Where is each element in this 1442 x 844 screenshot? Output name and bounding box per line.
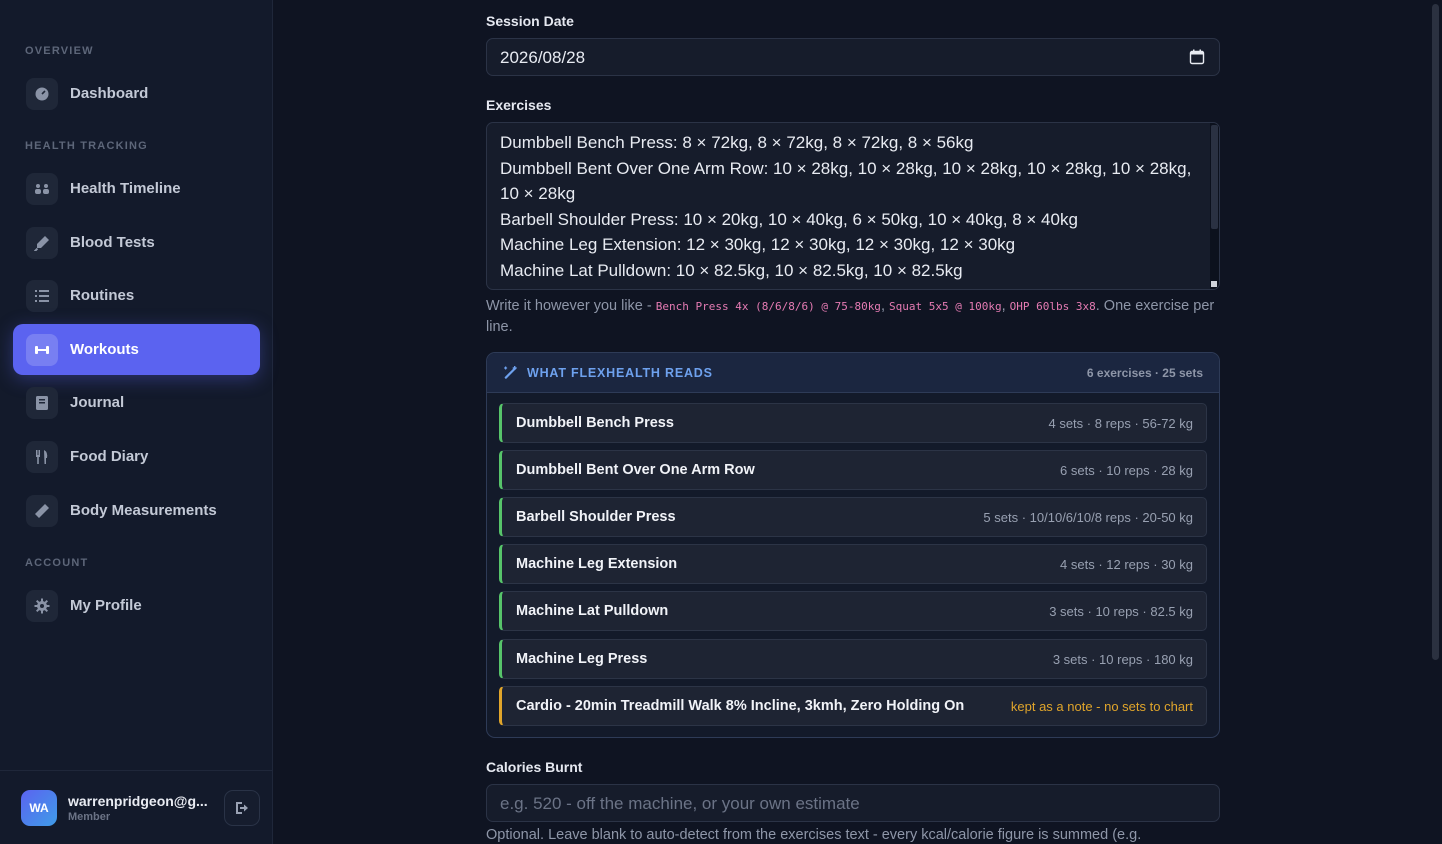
- calories-help: Optional. Leave blank to auto-detect fro…: [486, 827, 1142, 843]
- exercises-text: Dumbbell Bench Press: 8 × 72kg, 8 × 72kg…: [500, 130, 1200, 284]
- sidebar-item-label: Body Measurements: [70, 502, 217, 519]
- exercise-name: Machine Leg Press: [516, 651, 648, 667]
- exercise-summary: 4 sets · 12 reps · 30 kg: [1060, 557, 1193, 572]
- sidebar-item-label: Journal: [70, 394, 125, 411]
- dumbbell-icon: [26, 333, 58, 366]
- sidebar-item-health-timeline[interactable]: Health Timeline: [13, 163, 260, 214]
- parsed-panel-header: WHAT FLEXHEALTH READS 6 exercises · 25 s…: [487, 353, 1219, 393]
- parsed-exercise-row: Dumbbell Bent Over One Arm Row 6 sets · …: [499, 450, 1207, 490]
- utensils-icon: [26, 440, 58, 473]
- sidebar-item-my-profile[interactable]: My Profile: [13, 580, 260, 631]
- exercise-name: Barbell Shoulder Press: [516, 509, 676, 525]
- sidebar-item-label: Food Diary: [70, 448, 149, 465]
- parsed-exercise-row: Dumbbell Bench Press 4 sets · 8 reps · 5…: [499, 403, 1207, 443]
- parsed-exercise-row: Machine Lat Pulldown 3 sets · 10 reps · …: [499, 591, 1207, 631]
- exercises-label: Exercises: [486, 97, 552, 113]
- exercise-name: Machine Lat Pulldown: [516, 603, 669, 619]
- textarea-scrollbar[interactable]: [1210, 123, 1219, 289]
- magic-wand-icon: [504, 366, 517, 379]
- parsed-panel-title: WHAT FLEXHEALTH READS: [527, 366, 713, 380]
- parsed-panel-count: 6 exercises · 25 sets: [1086, 366, 1203, 380]
- sidebar-item-label: Workouts: [70, 341, 139, 358]
- help-example: OHP 60lbs 3x8: [1009, 300, 1096, 313]
- help-text: Write it however you like -: [486, 298, 656, 314]
- exercise-name: Dumbbell Bent Over One Arm Row: [516, 462, 755, 478]
- list-icon: [26, 279, 58, 312]
- gear-icon: [26, 589, 58, 622]
- exercise-name: Dumbbell Bench Press: [516, 415, 674, 431]
- session-date-input[interactable]: 2026/08/28: [486, 38, 1220, 76]
- exercise-summary: 3 sets · 10 reps · 180 kg: [1052, 652, 1193, 667]
- note-status: kept as a note - no sets to chart: [1010, 699, 1193, 714]
- user-role: Member: [68, 811, 111, 823]
- sidebar-item-label: Health Timeline: [70, 180, 181, 197]
- logout-icon: [236, 802, 248, 814]
- sidebar-item-food-diary[interactable]: Food Diary: [13, 431, 260, 482]
- exercises-help: Write it however you like - Bench Press …: [486, 298, 1215, 335]
- parsed-exercise-row: Barbell Shoulder Press 5 sets · 10/10/6/…: [499, 497, 1207, 537]
- help-example: Squat 5x5 @ 100kg: [889, 300, 1002, 313]
- calendar-icon[interactable]: [1189, 49, 1205, 65]
- avatar[interactable]: WA: [21, 790, 57, 826]
- sidebar-item-label: Routines: [70, 287, 135, 304]
- section-label-account: ACCOUNT: [25, 557, 89, 569]
- exercise-summary: 3 sets · 10 reps · 82.5 kg: [1049, 604, 1193, 619]
- sidebar-item-label: My Profile: [70, 597, 142, 614]
- syringe-icon: [26, 226, 58, 259]
- sidebar-item-dashboard[interactable]: Dashboard: [13, 68, 260, 119]
- section-label-health: HEALTH TRACKING: [25, 140, 148, 152]
- book-icon: [26, 386, 58, 419]
- sidebar-item-workouts[interactable]: Workouts: [13, 324, 260, 375]
- calories-label: Calories Burnt: [486, 759, 583, 775]
- textarea-scroll-thumb[interactable]: [1211, 125, 1218, 229]
- parsed-note-row: Cardio - 20min Treadmill Walk 8% Incline…: [499, 686, 1207, 726]
- sidebar-item-label: Blood Tests: [70, 234, 155, 251]
- ruler-icon: [26, 494, 58, 527]
- exercise-summary: 6 sets · 10 reps · 28 kg: [1060, 463, 1193, 478]
- logout-button[interactable]: [224, 790, 260, 826]
- exercise-summary: 4 sets · 8 reps · 56-72 kg: [1048, 416, 1193, 431]
- sidebar-item-journal[interactable]: Journal: [13, 377, 260, 428]
- textarea-resize-handle[interactable]: [1211, 281, 1217, 287]
- sidebar-item-blood-tests[interactable]: Blood Tests: [13, 217, 260, 268]
- calories-input[interactable]: e.g. 520 - off the machine, or your own …: [486, 784, 1220, 822]
- user-email: warrenpridgeon@g...: [68, 793, 208, 809]
- parsed-exercises-panel: WHAT FLEXHEALTH READS 6 exercises · 25 s…: [486, 352, 1220, 738]
- sidebar: OVERVIEW Dashboard HEALTH TRACKING Healt…: [0, 0, 273, 844]
- session-date-value: 2026/08/28: [500, 48, 586, 67]
- exercises-textarea[interactable]: Dumbbell Bench Press: 8 × 72kg, 8 × 72kg…: [486, 122, 1220, 290]
- section-label-overview: OVERVIEW: [25, 45, 94, 57]
- exercise-line: Barbell Shoulder Press: 10 × 20kg, 10 × …: [500, 209, 1078, 229]
- exercise-line: Machine Leg Extension: 12 × 30kg, 12 × 3…: [500, 235, 1016, 255]
- parsed-exercise-row: Machine Leg Press 3 sets · 10 reps · 180…: [499, 639, 1207, 679]
- sidebar-item-label: Dashboard: [70, 85, 149, 102]
- dashboard-icon: [26, 77, 58, 110]
- exercise-line: Dumbbell Bench Press: 8 × 72kg, 8 × 72kg…: [500, 133, 974, 152]
- sidebar-item-body-measurements[interactable]: Body Measurements: [13, 485, 260, 536]
- exercise-line: Machine Lat Pulldown: 10 × 82.5kg, 10 × …: [500, 260, 963, 280]
- user-block: WA warrenpridgeon@g... Member: [0, 770, 272, 844]
- parsed-exercise-row: Machine Leg Extension 4 sets · 12 reps ·…: [499, 544, 1207, 584]
- page-scroll-thumb[interactable]: [1432, 4, 1439, 660]
- exercise-name: Machine Leg Extension: [516, 556, 678, 572]
- calories-placeholder: e.g. 520 - off the machine, or your own …: [500, 794, 860, 813]
- timeline-icon: [26, 172, 58, 205]
- exercise-line: Dumbbell Bent Over One Arm Row: 10 × 28k…: [500, 158, 1192, 204]
- sidebar-item-routines[interactable]: Routines: [13, 270, 260, 321]
- session-date-label: Session Date: [486, 13, 574, 29]
- exercise-name: Cardio - 20min Treadmill Walk 8% Incline…: [516, 698, 965, 714]
- exercise-summary: 5 sets · 10/10/6/10/8 reps · 20-50 kg: [983, 510, 1193, 525]
- help-example: Bench Press 4x (8/6/8/6) @ 75-80kg: [655, 300, 881, 313]
- page-scrollbar[interactable]: [1428, 0, 1442, 844]
